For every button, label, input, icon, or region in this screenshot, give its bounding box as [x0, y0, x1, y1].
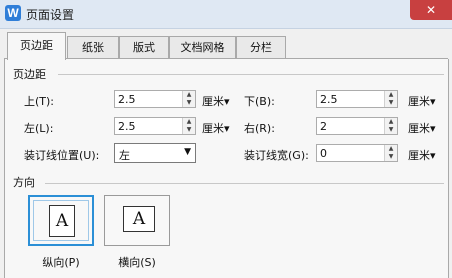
- unit-dropdown-icon: ▾: [224, 95, 230, 108]
- top-margin-label: 上(T):: [24, 95, 55, 108]
- spin-up-icon[interactable]: ▲: [183, 91, 195, 99]
- margins-section-title: 页边距: [13, 68, 46, 81]
- spin-down-icon[interactable]: ▼: [385, 99, 397, 107]
- spin-up-icon[interactable]: ▲: [385, 91, 397, 99]
- bottom-margin-value: 2.5: [320, 93, 338, 106]
- spin-up-icon[interactable]: ▲: [385, 118, 397, 126]
- left-margin-unit[interactable]: 厘米▾: [202, 120, 230, 136]
- unit-label: 厘米: [202, 95, 224, 108]
- bottom-margin-unit[interactable]: 厘米▾: [408, 93, 436, 109]
- spin-down-icon[interactable]: ▼: [385, 153, 397, 161]
- unit-dropdown-icon: ▾: [430, 122, 436, 135]
- spin-up-icon[interactable]: ▲: [183, 118, 195, 126]
- left-margin-input[interactable]: 2.5 ▲ ▼: [114, 117, 196, 135]
- tab-paper[interactable]: 纸张: [67, 36, 119, 59]
- wps-app-icon: W: [5, 5, 21, 21]
- portrait-page-icon: A: [49, 205, 75, 237]
- gutter-width-spinner[interactable]: ▲ ▼: [384, 145, 397, 161]
- top-margin-spinner[interactable]: ▲ ▼: [182, 91, 195, 107]
- bottom-margin-spinner[interactable]: ▲ ▼: [384, 91, 397, 107]
- margins-section-rule: [58, 74, 444, 75]
- left-margin-spinner[interactable]: ▲ ▼: [182, 118, 195, 134]
- dialog-title: 页面设置: [26, 8, 75, 22]
- unit-label: 厘米: [202, 122, 224, 135]
- close-button[interactable]: ✕: [410, 0, 452, 20]
- top-margin-value: 2.5: [118, 93, 136, 106]
- top-margin-unit[interactable]: 厘米▾: [202, 93, 230, 109]
- right-margin-spinner[interactable]: ▲ ▼: [384, 118, 397, 134]
- unit-dropdown-icon: ▾: [430, 95, 436, 108]
- chevron-down-icon: ▼: [184, 147, 191, 157]
- orientation-section-rule: [45, 183, 444, 184]
- gutter-width-unit[interactable]: 厘米▾: [408, 147, 436, 163]
- gutter-width-value: 0: [320, 147, 327, 160]
- right-margin-input[interactable]: 2 ▲ ▼: [316, 117, 398, 135]
- left-margin-value: 2.5: [118, 120, 136, 133]
- bottom-margin-input[interactable]: 2.5 ▲ ▼: [316, 90, 398, 108]
- right-margin-label: 右(R):: [244, 122, 275, 135]
- tab-columns[interactable]: 分栏: [236, 36, 286, 59]
- top-margin-input[interactable]: 2.5 ▲ ▼: [114, 90, 196, 108]
- unit-label: 厘米: [408, 122, 430, 135]
- portrait-option[interactable]: A: [28, 195, 94, 246]
- spin-down-icon[interactable]: ▼: [183, 126, 195, 134]
- gutter-width-label: 装订线宽(G):: [244, 149, 309, 162]
- landscape-label[interactable]: 横向(S): [104, 254, 170, 270]
- landscape-option[interactable]: A: [104, 195, 170, 246]
- gutter-position-value: 左: [119, 149, 130, 162]
- unit-label: 厘米: [408, 149, 430, 162]
- left-margin-label: 左(L):: [24, 122, 54, 135]
- spin-down-icon[interactable]: ▼: [385, 126, 397, 134]
- close-icon: ✕: [425, 3, 437, 17]
- right-margin-value: 2: [320, 120, 327, 133]
- gutter-position-label: 装订线位置(U):: [24, 149, 100, 162]
- tab-layout[interactable]: 版式: [119, 36, 169, 59]
- orientation-section-title: 方向: [13, 176, 35, 189]
- bottom-margin-label: 下(B):: [244, 95, 275, 108]
- gutter-width-input[interactable]: 0 ▲ ▼: [316, 144, 398, 162]
- tab-document-grid[interactable]: 文档网格: [169, 36, 236, 59]
- landscape-page-icon: A: [123, 206, 155, 232]
- unit-label: 厘米: [408, 95, 430, 108]
- unit-dropdown-icon: ▾: [224, 122, 230, 135]
- gutter-position-select[interactable]: 左 ▼: [114, 143, 196, 163]
- spin-down-icon[interactable]: ▼: [183, 99, 195, 107]
- tab-margins[interactable]: 页边距: [7, 32, 66, 60]
- right-margin-unit[interactable]: 厘米▾: [408, 120, 436, 136]
- spin-up-icon[interactable]: ▲: [385, 145, 397, 153]
- unit-dropdown-icon: ▾: [430, 149, 436, 162]
- portrait-label[interactable]: 纵向(P): [28, 254, 94, 270]
